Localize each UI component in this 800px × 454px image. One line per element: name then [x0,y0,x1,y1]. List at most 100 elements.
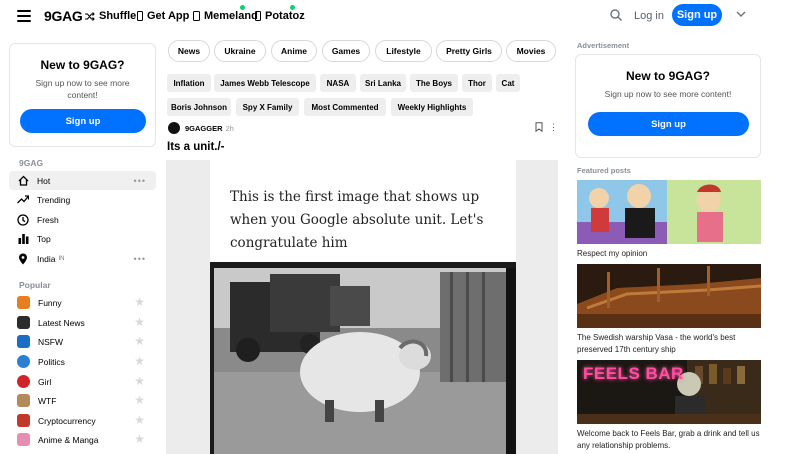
avatar[interactable] [168,122,180,134]
post-media[interactable]: This is the first image that shows up wh… [166,160,558,454]
star-icon[interactable]: ★ [134,354,145,368]
section-title-popular: Popular [19,280,51,290]
star-icon[interactable]: ★ [134,295,145,309]
image-caption-text: This is the first image that shows up wh… [230,189,484,251]
more-options-icon[interactable]: ⋮ [549,122,558,133]
phone-icon [137,11,143,21]
sidebar-item-top[interactable]: Top [9,229,156,248]
tab-lifestyle[interactable]: Lifestyle [375,40,432,62]
location-icon [17,253,29,265]
cryptocurrency-icon [17,414,30,427]
sidebar-item-label: Funny [38,297,62,308]
sidebar-item-latest-news[interactable]: Latest News ★ [9,313,156,332]
star-icon[interactable]: ★ [134,374,145,388]
nav-label: Get App [147,10,190,22]
signup-button[interactable]: Sign up [672,4,722,26]
promo-signup-button[interactable]: Sign up [588,112,749,136]
neon-sign-text: FEELS BAR [583,364,684,383]
promo-signup-button[interactable]: Sign up [20,109,146,133]
clock-icon [17,213,29,226]
promo-text: Sign up now to see more content! [35,78,130,100]
funny-icon [17,296,30,309]
star-icon[interactable]: ★ [134,334,145,348]
bar-chart-icon [17,233,29,245]
right-sidebar: Advertisement New to 9GAG? Sign up now t… [565,32,800,454]
featured-thumb[interactable] [577,264,761,328]
sidebar-item-label: Hot [37,175,51,186]
featured-caption[interactable]: Welcome back to Feels Bar, grab a drink … [577,428,767,452]
sidebar-item-girl[interactable]: Girl ★ [9,372,156,391]
sidebar-item-label: Fresh [37,214,59,225]
sidebar-item-trending[interactable]: Trending [9,190,156,209]
trending-icon [17,194,29,206]
tag-chip[interactable]: Boris Johnson [167,98,231,116]
wtf-icon [17,394,30,407]
logo[interactable]: 9GAG [44,8,83,24]
featured-caption[interactable]: Respect my opinion [577,248,767,260]
tab-news[interactable]: News [168,40,210,62]
tag-chip[interactable]: Spy X Family [236,98,299,116]
promo-title: New to 9GAG? [40,58,125,72]
signup-promo-card: New to 9GAG? Sign up now to see more con… [9,43,156,147]
sidebar-item-cryptocurrency[interactable]: Cryptocurrency ★ [9,411,156,430]
tag-chip[interactable]: NASA [320,74,356,92]
tab-games[interactable]: Games [322,40,370,62]
nav-label: Shuffle [99,10,137,22]
memeland-icon [193,11,200,21]
sidebar-item-wtf[interactable]: WTF ★ [9,391,156,410]
tag-chip[interactable]: Inflation [167,74,211,92]
post-title[interactable]: Its a unit./- [167,141,225,153]
tab-ukraine[interactable]: Ukraine [214,40,266,62]
sidebar-item-india[interactable]: India IN ••• [9,249,156,268]
featured-thumb[interactable] [577,180,761,244]
featured-thumb[interactable]: FEELS BAR [577,360,761,424]
tag-chip[interactable]: Thor [462,74,492,92]
star-icon[interactable]: ★ [134,315,145,329]
post-time: 2h [225,123,234,133]
nav-get-app[interactable]: Get App [137,10,189,22]
girl-icon [17,375,30,388]
signup-promo-card: New to 9GAG? Sign up now to see more con… [575,54,761,158]
tag-chip[interactable]: The Boys [410,74,458,92]
bookmark-icon[interactable] [535,122,543,132]
left-sidebar: New to 9GAG? Sign up now to see more con… [0,32,165,454]
tag-chip[interactable]: Cat [496,74,520,92]
featured-caption[interactable]: The Swedish warship Vasa - the world's b… [577,332,767,356]
more-options-icon[interactable]: ••• [134,254,146,264]
sidebar-item-politics[interactable]: Politics ★ [9,352,156,371]
sidebar-item-label: Anime & Manga [38,434,99,445]
login-link[interactable]: Log in [634,10,664,22]
sidebar-item-label: Girl [38,376,52,387]
tab-movies[interactable]: Movies [506,40,556,62]
nav-shuffle[interactable]: Shuffle [85,10,136,22]
app: 9GAG Shuffle Get App Memeland Potatoz Lo… [0,0,800,454]
tag-chip[interactable]: Weekly Highlights [391,98,473,116]
star-icon[interactable]: ★ [134,393,145,407]
sidebar-item-label: Cryptocurrency [38,415,96,426]
post-image: This is the first image that shows up wh… [210,160,516,454]
sidebar-item-fresh[interactable]: Fresh [9,210,156,229]
sidebar-item-hot[interactable]: Hot ••• [9,171,156,190]
star-icon[interactable]: ★ [134,413,145,427]
sidebar-item-funny[interactable]: Funny ★ [9,293,156,312]
chevron-down-icon[interactable] [736,11,746,18]
sidebar-item-label: India [37,253,56,264]
search-icon[interactable] [610,9,622,21]
nav-memeland[interactable]: Memeland [193,10,258,22]
tab-anime[interactable]: Anime [271,40,317,62]
tag-chip[interactable]: James Webb Telescope [214,74,316,92]
nav-potatoz[interactable]: Potatoz [255,10,305,22]
sidebar-item-nsfw[interactable]: NSFW ★ [9,332,156,351]
post-author[interactable]: 9GAGGER [185,124,223,133]
menu-icon[interactable] [17,10,31,22]
more-options-icon[interactable]: ••• [134,176,146,186]
tag-chip[interactable]: Sri Lanka [360,74,406,92]
nsfw-icon [17,335,30,348]
promo-text: Sign up now to see more content! [604,89,732,99]
tag-chip[interactable]: Most Commented [304,98,386,116]
tab-pretty-girls[interactable]: Pretty Girls [436,40,502,62]
star-icon[interactable]: ★ [134,432,145,446]
politics-icon [17,355,30,368]
sidebar-item-anime-manga[interactable]: Anime & Manga ★ [9,430,156,449]
sidebar-item-label: Top [37,233,51,244]
